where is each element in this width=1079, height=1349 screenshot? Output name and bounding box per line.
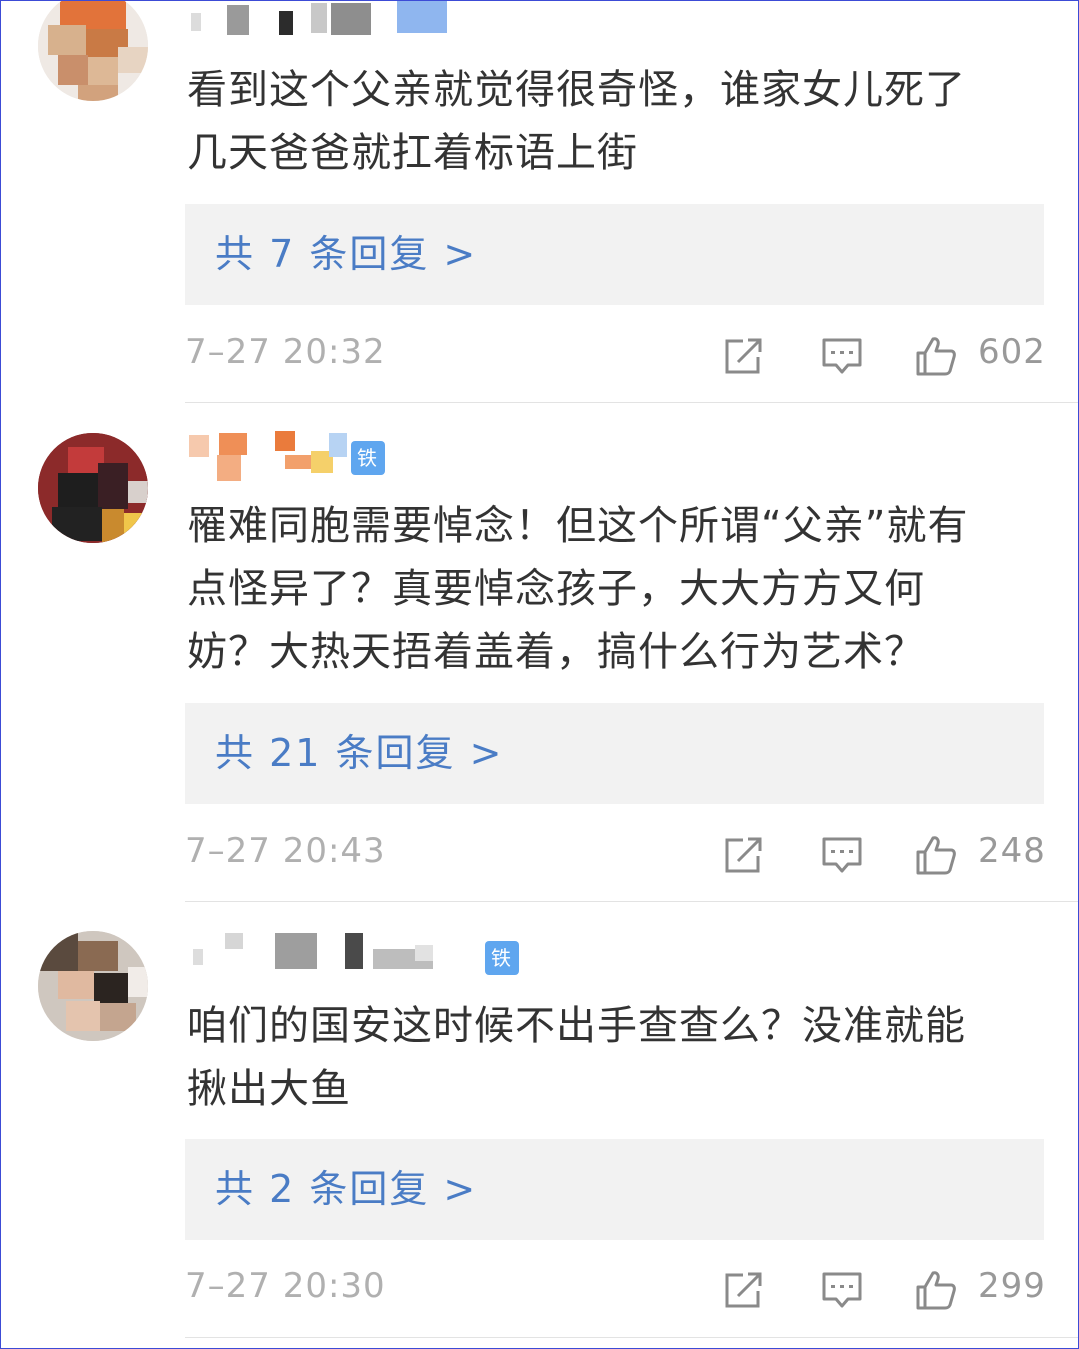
comment-icon[interactable]	[821, 1270, 863, 1310]
comment-text-line: 揪出大鱼	[187, 1066, 351, 1112]
divider	[185, 901, 1078, 902]
fan-badge: 铁粉	[351, 441, 385, 504]
timestamp: 7–27 20:43	[185, 831, 386, 871]
comment-text-line: 咱们的国安这时候不出手查查么？没准就能	[187, 1003, 966, 1049]
comment-icon[interactable]	[821, 336, 863, 376]
comment-text-line: 罹难同胞需要悼念！但这个所谓“父亲”就有	[187, 503, 969, 549]
view-replies-link[interactable]: 共 21 条回复 >	[215, 703, 503, 804]
avatar[interactable]	[38, 931, 148, 1041]
timestamp: 7–27 20:30	[185, 1266, 386, 1306]
comment-text: 罹难同胞需要悼念！但这个所谓“父亲”就有 点怪异了？真要悼念孩子，大大方方又何 …	[187, 495, 1047, 684]
thumbs-up-icon[interactable]	[915, 1270, 957, 1310]
avatar[interactable]	[38, 433, 148, 543]
like-count: 248	[978, 831, 1046, 871]
replies-box[interactable]: 共 7 条回复 >	[185, 204, 1044, 305]
share-icon[interactable]	[723, 336, 765, 376]
like-count: 602	[978, 332, 1046, 372]
timestamp: 7–27 20:32	[185, 332, 386, 372]
comment-text-line: 妨？大热天捂着盖着，搞什么行为艺术？	[187, 629, 925, 675]
like-count: 299	[978, 1266, 1046, 1306]
divider	[185, 1337, 1078, 1338]
comment-text-line: 几天爸爸就扛着标语上街	[187, 130, 638, 176]
view-replies-link[interactable]: 共 7 条回复 >	[215, 204, 477, 305]
comment-meta: 7–27 20:43 248	[185, 823, 1045, 883]
comment-icon[interactable]	[821, 835, 863, 875]
fan-badge: 铁粉	[485, 941, 519, 1004]
divider	[185, 402, 1078, 403]
comment-text-line: 点怪异了？真要悼念孩子，大大方方又何	[187, 566, 925, 612]
comment-text-line: 看到这个父亲就觉得很奇怪，谁家女儿死了	[187, 67, 966, 113]
comment-meta: 7–27 20:32 602	[185, 324, 1045, 384]
comment-text: 看到这个父亲就觉得很奇怪，谁家女儿死了 几天爸爸就扛着标语上街	[187, 59, 1047, 185]
replies-box[interactable]: 共 2 条回复 >	[185, 1139, 1044, 1240]
comment-list: 看到这个父亲就觉得很奇怪，谁家女儿死了 几天爸爸就扛着标语上街 共 7 条回复 …	[0, 0, 1079, 1349]
comment-meta: 7–27 20:30 299	[185, 1258, 1045, 1318]
share-icon[interactable]	[723, 1270, 765, 1310]
view-replies-link[interactable]: 共 2 条回复 >	[215, 1139, 477, 1240]
avatar[interactable]	[38, 1, 148, 101]
thumbs-up-icon[interactable]	[915, 835, 957, 875]
replies-box[interactable]: 共 21 条回复 >	[185, 703, 1044, 804]
comment-text: 咱们的国安这时候不出手查查么？没准就能 揪出大鱼	[187, 995, 1047, 1121]
share-icon[interactable]	[723, 835, 765, 875]
thumbs-up-icon[interactable]	[915, 336, 957, 376]
